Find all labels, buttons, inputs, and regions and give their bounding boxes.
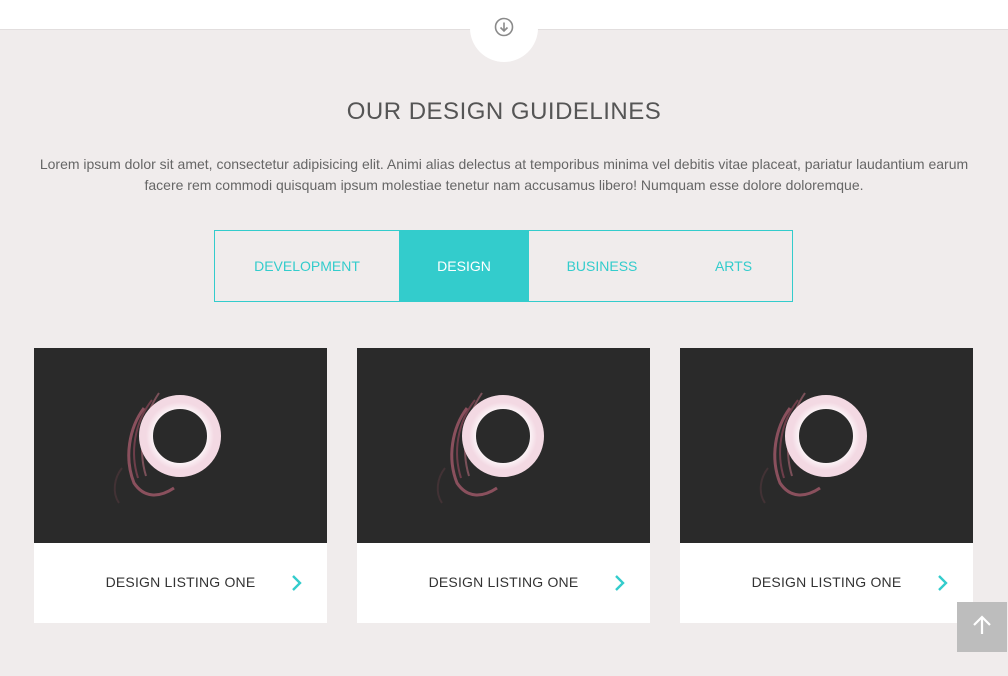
listing-card: DESIGN LISTING ONE <box>357 348 650 623</box>
back-to-top-button[interactable] <box>957 602 1007 652</box>
card-footer: DESIGN LISTING ONE <box>680 543 973 623</box>
tab-development[interactable]: DEVELOPMENT <box>215 231 399 301</box>
card-footer: DESIGN LISTING ONE <box>357 543 650 623</box>
arrow-up-icon <box>971 614 993 641</box>
card-title[interactable]: DESIGN LISTING ONE <box>680 574 973 590</box>
chevron-right-icon[interactable] <box>612 574 628 592</box>
card-image[interactable] <box>34 348 327 543</box>
listing-card: DESIGN LISTING ONE <box>34 348 327 623</box>
tab-design[interactable]: DESIGN <box>399 231 529 301</box>
section-title: OUR DESIGN GUIDELINES <box>346 98 662 125</box>
tab-business[interactable]: BUSINESS <box>529 231 675 301</box>
card-image[interactable] <box>357 348 650 543</box>
card-title[interactable]: DESIGN LISTING ONE <box>357 574 650 590</box>
card-image[interactable] <box>680 348 973 543</box>
scroll-down-button[interactable] <box>470 0 538 62</box>
tab-arts[interactable]: ARTS <box>675 231 792 301</box>
card-footer: DESIGN LISTING ONE <box>34 543 327 623</box>
card-title[interactable]: DESIGN LISTING ONE <box>34 574 327 590</box>
listing-card: DESIGN LISTING ONE <box>680 348 973 623</box>
chevron-right-icon[interactable] <box>289 574 305 592</box>
chevron-right-icon[interactable] <box>935 574 951 592</box>
section-description: Lorem ipsum dolor sit amet, consectetur … <box>39 156 969 193</box>
arrow-down-circle-icon <box>494 17 514 37</box>
category-tabs: DEVELOPMENT DESIGN BUSINESS ARTS <box>214 230 793 302</box>
